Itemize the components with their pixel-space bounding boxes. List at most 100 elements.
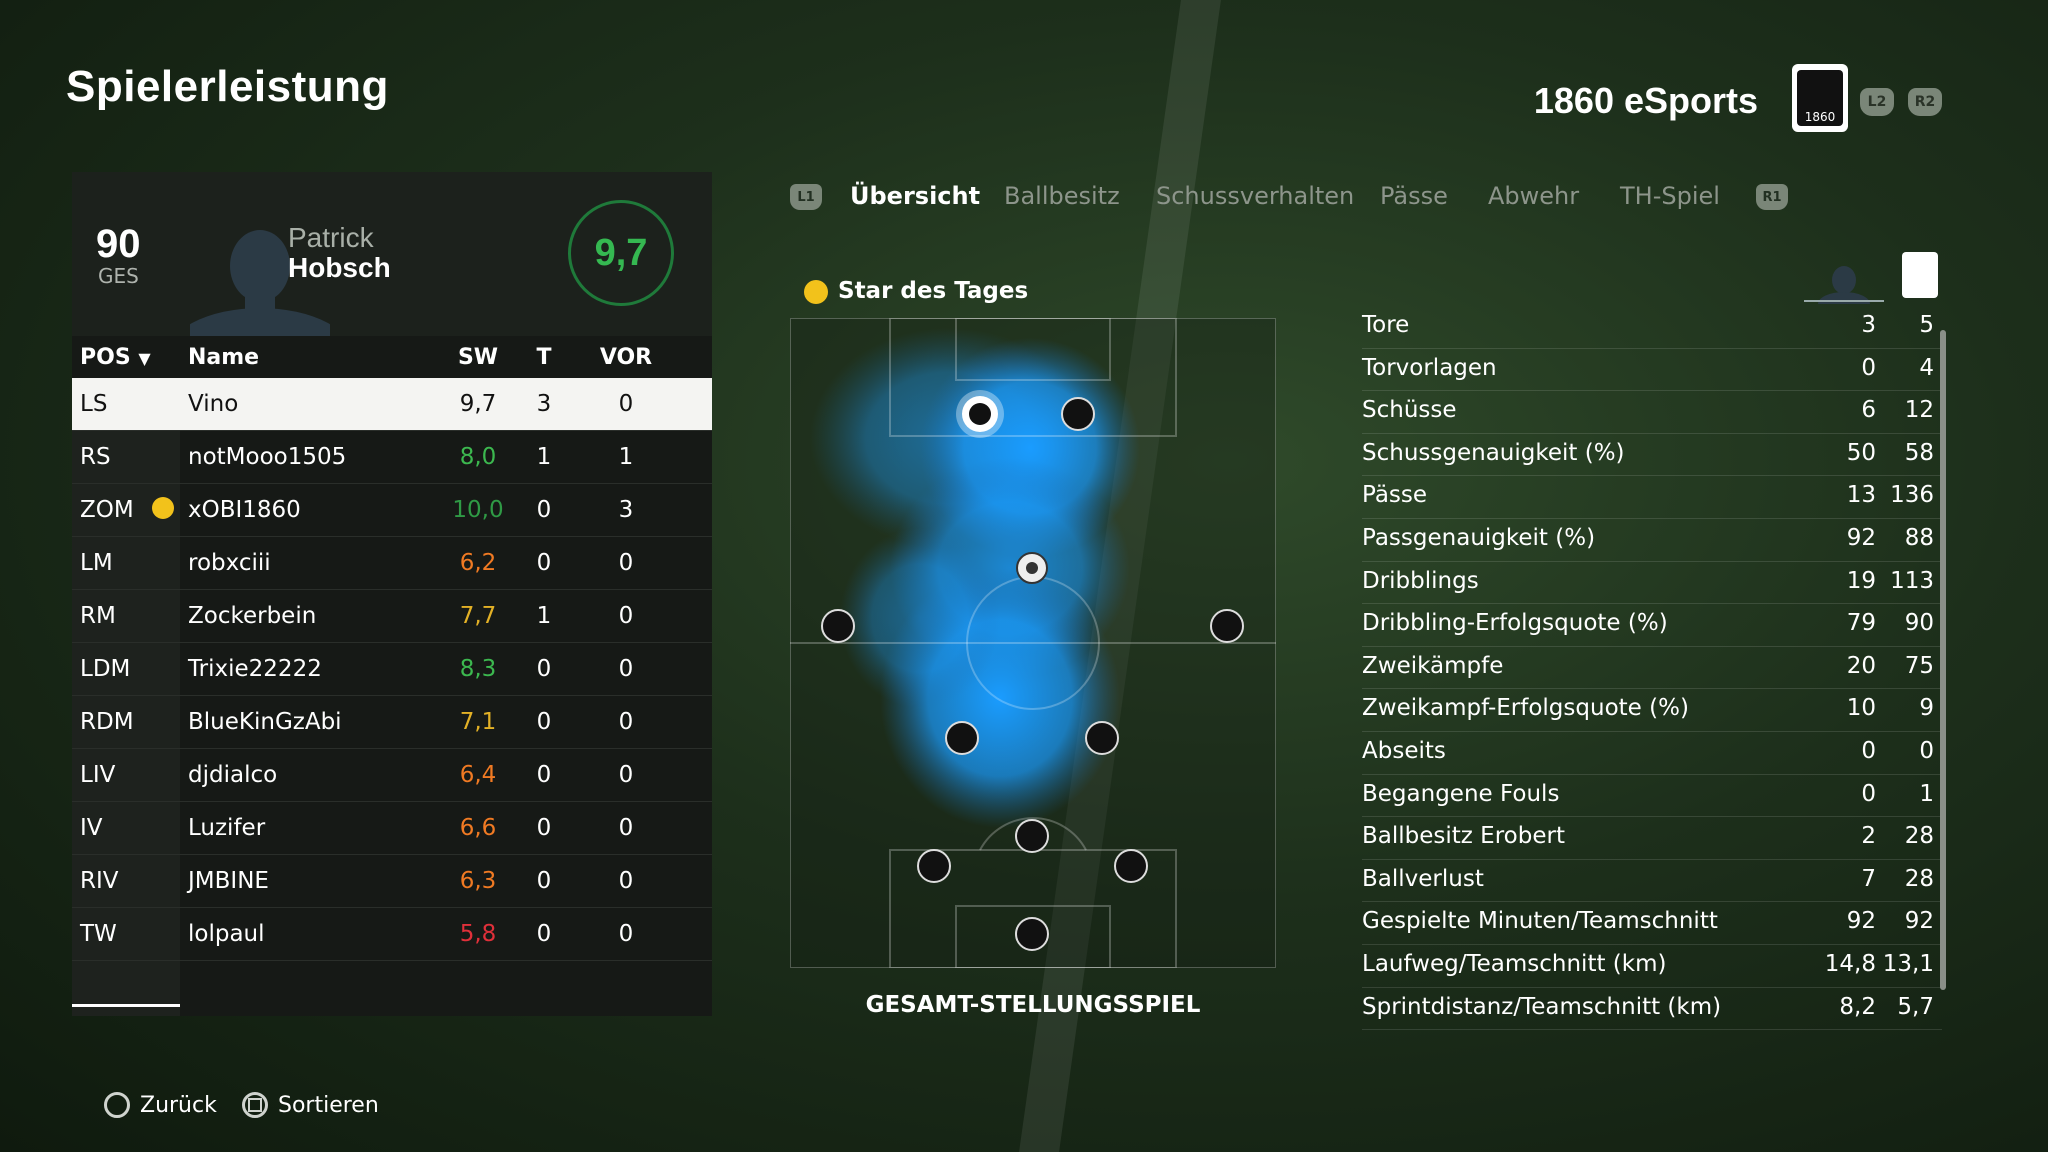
table-row[interactable]: TW lolpaul 5,8 0 0 [72, 908, 712, 961]
table-row[interactable]: RS notMooo1505 8,0 1 1 [72, 431, 712, 484]
player-position: LM [80, 550, 113, 576]
table-row[interactable]: LIV djdialco 6,4 0 0 [72, 749, 712, 802]
stat-team-value: 12 [1904, 397, 1934, 424]
footer-back[interactable]: Zurück [104, 1092, 217, 1118]
stat-row: Pässe 13 136 [1362, 476, 1942, 519]
stat-team-value: 5,7 [1897, 993, 1934, 1020]
tab-abwehr[interactable]: Abwehr [1488, 182, 1579, 210]
stat-label: Ballverlust [1362, 865, 1484, 892]
player-rows: LS Vino 9,7 3 0 RS notMooo1505 8,0 1 1 ZOM xOBI1860… [72, 378, 712, 961]
player-rating: 6,3 [459, 868, 497, 894]
stat-player-value: 92 [1846, 524, 1876, 551]
player-goals: 0 [536, 550, 552, 576]
stat-label: Pässe [1362, 482, 1428, 509]
player-position: RDM [80, 709, 134, 735]
stat-row: Schüsse 6 12 [1362, 391, 1942, 434]
player-position: RM [80, 603, 116, 629]
stat-player-value: 92 [1846, 908, 1876, 935]
stat-row: Torvorlagen 0 4 [1362, 349, 1942, 392]
positioning-heatmap [790, 318, 1276, 968]
stat-team-value: 113 [1890, 567, 1934, 594]
l2-button-icon[interactable]: L2 [1860, 88, 1894, 116]
l1-button-icon[interactable]: L1 [790, 184, 822, 210]
player-position: LS [80, 391, 108, 417]
stat-label: Dribbling-Erfolgsquote (%) [1362, 610, 1668, 637]
stat-team-value: 1 [1919, 780, 1934, 807]
stat-player-value: 0 [1861, 354, 1876, 381]
stat-label: Tore [1362, 312, 1410, 338]
table-row[interactable]: RDM BlueKinGzAbi 7,1 0 0 [72, 696, 712, 749]
footer-sort[interactable]: Sortieren [242, 1092, 379, 1118]
tab-ballbesitz[interactable]: Ballbesitz [1004, 182, 1120, 210]
stat-row: Sprintdistanz/Teamschnitt (km) 8,2 5,7 [1362, 988, 1942, 1031]
tab-paesse[interactable]: Pässe [1380, 182, 1448, 210]
stat-label: Zweikämpfe [1362, 652, 1504, 679]
player-name: Vino [188, 391, 239, 417]
circle-button-icon [104, 1092, 130, 1118]
player-column-avatar-icon [1804, 266, 1884, 304]
tab-uebersicht[interactable]: Übersicht [850, 182, 980, 210]
stat-label: Sprintdistanz/Teamschnitt (km) [1362, 993, 1722, 1020]
stat-row: Begangene Fouls 0 1 [1362, 775, 1942, 818]
sw-header[interactable]: SW [448, 345, 508, 370]
stat-label: Schüsse [1362, 397, 1457, 424]
table-header: POS ▼ Name SW T VOR [72, 336, 712, 378]
player-assists: 0 [618, 709, 634, 735]
player-assists: 0 [618, 603, 634, 629]
stat-team-value: 58 [1904, 439, 1934, 466]
player-goals: 0 [536, 497, 552, 523]
t-header[interactable]: T [526, 345, 562, 370]
sort-pos-header[interactable]: POS ▼ [80, 345, 151, 370]
stat-row: Schussgenauigkeit (%) 50 58 [1362, 434, 1942, 477]
player-rating: 6,6 [459, 815, 497, 841]
player-name: robxciii [188, 550, 271, 576]
r1-button-icon[interactable]: R1 [1756, 184, 1788, 210]
stat-row: Zweikämpfe 20 75 [1362, 647, 1942, 690]
stat-team-value: 92 [1904, 908, 1934, 935]
player-rating: 7,7 [459, 603, 497, 629]
stat-player-value: 2 [1861, 823, 1876, 850]
stat-team-value: 136 [1890, 482, 1934, 509]
stat-player-value: 8,2 [1839, 993, 1876, 1020]
vor-header[interactable]: VOR [588, 345, 664, 370]
table-row[interactable]: LDM Trixie22222 8,3 0 0 [72, 643, 712, 696]
name-header[interactable]: Name [188, 345, 259, 370]
sort-down-icon: ▼ [138, 349, 151, 368]
player-goals: 0 [536, 815, 552, 841]
table-row[interactable]: RIV JMBINE 6,3 0 0 [72, 855, 712, 908]
team-column-crest-icon [1902, 252, 1938, 298]
stat-label: Zweikampf-Erfolgsquote (%) [1362, 695, 1689, 722]
r2-button-icon[interactable]: R2 [1908, 88, 1942, 116]
player-assists: 1 [618, 444, 634, 470]
player-rating: 7,1 [459, 709, 497, 735]
player-goals: 0 [536, 656, 552, 682]
tab-th-spiel[interactable]: TH-Spiel [1620, 182, 1720, 210]
player-rating: 9,7 [459, 391, 497, 417]
player-list-panel: 90 GES Patrick Hobsch 9,7 POS ▼ Name SW … [72, 172, 712, 1016]
player-goals: 3 [536, 391, 552, 417]
table-row[interactable]: ZOM xOBI1860 10,0 0 3 [72, 484, 712, 537]
player-rating: 8,0 [459, 444, 497, 470]
player-goals: 1 [536, 444, 552, 470]
pitch-caption: GESAMT-STELLUNGSSPIEL [865, 992, 1201, 1018]
table-row[interactable]: LS Vino 9,7 3 0 [72, 378, 712, 431]
star-of-day-icon [152, 497, 174, 519]
tab-schussverhalten[interactable]: Schussverhalten [1156, 182, 1354, 210]
table-row[interactable]: LM robxciii 6,2 0 0 [72, 537, 712, 590]
player-name: djdialco [188, 762, 278, 788]
stat-label: Ballbesitz Erobert [1362, 823, 1565, 850]
stat-player-value: 13 [1846, 482, 1876, 509]
square-button-icon [242, 1092, 268, 1118]
stat-player-value: 20 [1846, 652, 1876, 679]
player-position: LIV [80, 762, 116, 788]
stat-label: Passgenauigkeit (%) [1362, 524, 1596, 551]
player-rating: 10,0 [452, 497, 504, 523]
table-row[interactable]: IV Luzifer 6,6 0 0 [72, 802, 712, 855]
player-assists: 0 [618, 550, 634, 576]
table-row[interactable]: RM Zockerbein 7,7 1 0 [72, 590, 712, 643]
overall-label: GES [98, 264, 139, 288]
player-assists: 0 [618, 391, 634, 417]
stat-player-value: 10 [1846, 695, 1876, 722]
player-rating: 5,8 [459, 921, 497, 947]
stats-scrollbar[interactable] [1940, 330, 1946, 990]
